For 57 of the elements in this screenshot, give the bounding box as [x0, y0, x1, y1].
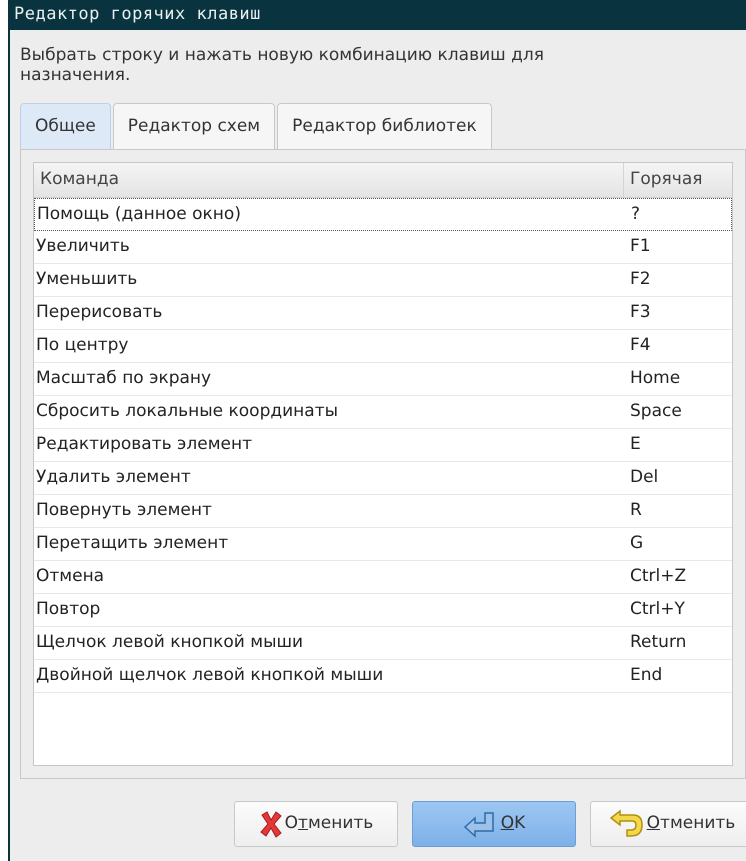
table-cell-text: Двойной щелчок левой кнопкой мыши	[35, 664, 384, 688]
table-row[interactable]: По центру F4	[34, 330, 732, 363]
table-cell-text: Space	[629, 400, 683, 424]
table-row[interactable]: Сбросить локальные координаты Space	[34, 396, 732, 429]
table-cell-text: Повернуть элемент	[35, 499, 213, 522]
table-row[interactable]: Двойной щелчок левой кнопкой мыши End	[34, 660, 732, 693]
cancel-button[interactable]: Отменить	[590, 801, 746, 847]
table-cell-text: F2	[629, 268, 652, 292]
table-cell-text: E	[629, 433, 642, 456]
table-row[interactable]: Повернуть элемент R	[34, 495, 732, 528]
table-cell-text: Отмена	[35, 565, 106, 588]
table-row[interactable]: Масштаб по экрану Home	[34, 363, 732, 396]
ok-button[interactable]: OK	[412, 801, 576, 847]
table-cell-text: Home	[629, 367, 682, 390]
table-cell-text: Масштаб по экрану	[35, 367, 212, 390]
table-cell-text: Ctrl+Y	[629, 598, 686, 622]
tab[interactable]: Общее	[20, 103, 111, 149]
table-row[interactable]: Редактировать элемент E	[34, 429, 732, 462]
table-cell-text: End	[629, 664, 664, 688]
table-cell-text: F3	[629, 301, 652, 324]
table-cell-text: Удалить элемент	[35, 466, 192, 490]
column-header[interactable]: Команда	[34, 163, 624, 197]
table-cell-text: По центру	[35, 334, 130, 358]
table-row[interactable]: Щелчок левой кнопкой мыши Return	[34, 627, 732, 660]
tab[interactable]: Редактор схем	[112, 103, 276, 149]
table-cell-text: ?	[630, 202, 642, 226]
window-title: Редактор горячих клавиш	[14, 3, 261, 26]
table-cell-text: F4	[629, 334, 652, 358]
table-cell-text: Увеличить	[35, 235, 131, 258]
table-row[interactable]: Перерисовать F3	[34, 297, 732, 330]
table-cell-text: F1	[629, 235, 652, 258]
column-header[interactable]: Горячая	[624, 163, 732, 197]
table-cell-text: Перетащить элемент	[35, 532, 230, 556]
tab[interactable]: Редактор библиотек	[277, 103, 492, 149]
table-cell-text: Сбросить локальные координаты	[35, 400, 340, 424]
table-cell-text: Уменьшить	[35, 268, 138, 292]
table-row[interactable]: Удалить элемент Del	[34, 462, 732, 495]
table-cell-text: G	[629, 532, 644, 556]
cancel-button[interactable]: Отменить	[234, 801, 398, 847]
table-row[interactable]: Помощь (данное окно) ?	[34, 198, 732, 231]
table-cell-text: Редактировать элемент	[35, 433, 254, 456]
table-cell-text: Del	[629, 466, 660, 490]
table-cell-text: R	[629, 499, 643, 522]
table-cell-text: Повтор	[35, 598, 102, 622]
table-row[interactable]: Увеличить F1	[34, 231, 732, 264]
table-row[interactable]: Перетащить элемент G	[34, 528, 732, 561]
table-cell-text: Щелчок левой кнопкой мыши	[35, 631, 304, 654]
table-cell-text: Ctrl+Z	[629, 565, 688, 588]
table-cell-text: Перерисовать	[35, 301, 164, 324]
table-cell-text: Return	[629, 631, 688, 654]
cross-icon	[258, 810, 283, 838]
table-row[interactable]: Уменьшить F2	[34, 264, 732, 297]
back-arrow-icon	[608, 809, 645, 839]
table-row[interactable]: Отмена Ctrl+Z	[34, 561, 732, 594]
table-row[interactable]: Повтор Ctrl+Y	[34, 594, 732, 627]
table-cell-text: Помощь (данное окно)	[36, 202, 242, 226]
instruction-text: Выбрать строку и нажать новую комбинацию клавиш для назначения.	[19, 44, 545, 85]
